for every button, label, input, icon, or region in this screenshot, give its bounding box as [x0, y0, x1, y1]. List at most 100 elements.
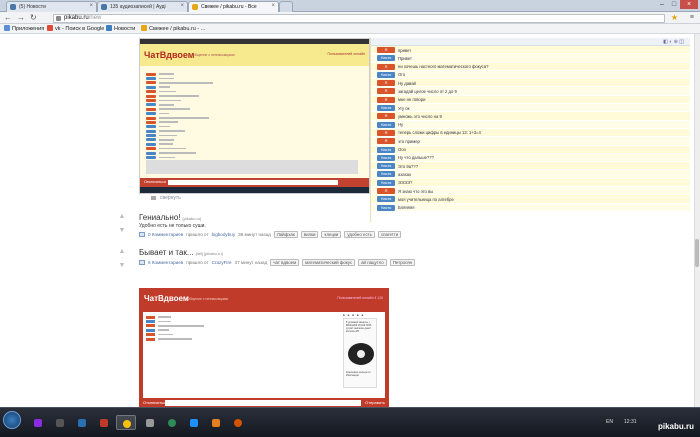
tray-clock[interactable]: 12:31 — [624, 419, 637, 425]
chat-controls-icons: ◧ ◐ ⊕ ◫ — [663, 39, 684, 45]
mini-line — [159, 139, 174, 141]
back-icon[interactable]: ← — [4, 13, 12, 23]
mini-line — [159, 147, 186, 150]
chat-logo: ЧатВдвоем — [144, 50, 195, 60]
ad-text: 5 уровней защиты | ВАЖНАЯ И КАК ЯЛА сухо… — [346, 321, 372, 333]
s2-input — [165, 400, 361, 406]
post-title[interactable]: Гениально! [pikabu.ru] — [139, 213, 201, 222]
vote-score: · — [121, 220, 123, 226]
url-input[interactable]: pikabu.ru/new — [53, 14, 665, 23]
scroll-thumb[interactable] — [695, 239, 699, 267]
chat-message-text: Ну что дальше??? — [398, 155, 434, 161]
post-title[interactable]: Бывает и так... [tail] [pikabu.ru] — [139, 248, 223, 257]
post-meta: 0 Комментариев пришло от bigbodybuy 38 м… — [139, 231, 402, 238]
post-image-chat-screenshot[interactable]: ЧатВдвоем Общение с незнакомцами Пользов… — [139, 38, 370, 194]
chat-sender-badge: Я — [377, 88, 395, 95]
chat-message: Яэто пример — [371, 137, 690, 146]
comments-icon[interactable] — [139, 232, 145, 237]
vote-up-icon[interactable]: ▲ — [117, 213, 127, 220]
mini-badge — [146, 98, 156, 102]
taskbar-app-8[interactable] — [184, 415, 204, 430]
post-image-chat-screenshot-2[interactable]: ЧатВдвоем Общение с незнакомцами Пользов… — [139, 288, 389, 412]
scrollbar[interactable] — [694, 34, 700, 407]
taskbar-app-10[interactable] — [228, 415, 248, 430]
vote-down-icon[interactable]: ▼ — [117, 262, 127, 269]
taskbar-app-1[interactable] — [28, 415, 48, 430]
new-tab-button[interactable] — [279, 1, 293, 12]
post-tag[interactable]: вилки — [300, 231, 319, 238]
mini-badge — [146, 90, 156, 94]
post-comments-link[interactable]: 6 Комментариев — [148, 260, 183, 265]
post-comments-link[interactable]: 0 Комментариев — [148, 232, 183, 237]
mini-line — [159, 108, 191, 110]
tab-label: (5) Новости — [19, 4, 46, 10]
close-icon[interactable]: × — [180, 3, 184, 9]
start-button[interactable] — [3, 411, 21, 429]
chat-message: Настя Это 9а??? — [371, 162, 690, 171]
minimize-icon[interactable]: – — [656, 0, 668, 9]
url-path: /new — [88, 15, 102, 21]
tab-vk-news[interactable]: (5) Новости × — [6, 1, 97, 12]
chat-sender-badge: Настя — [377, 154, 395, 161]
close-icon[interactable]: × — [271, 3, 275, 9]
chat-sender-badge: Я — [377, 80, 395, 87]
bookmark-pikabu[interactable]: Свежее / pikabu.ru - ... — [141, 24, 205, 34]
post-author[interactable]: bigbodybuy — [212, 232, 236, 237]
post-author[interactable]: CrazyFire — [212, 260, 232, 265]
tab-pikabu[interactable]: Свежее / pikabu.ru - Все × — [188, 1, 279, 12]
chat-log-image: ◧ ◐ ⊕ ◫ Япривет Настя Привет Яни хочешь нас… — [370, 38, 690, 222]
chat-message: Яни хочешь настного математического фоку… — [371, 62, 690, 71]
taskbar-app-3[interactable] — [72, 415, 92, 430]
chat-sender-badge: Настя — [377, 204, 395, 211]
forward-icon[interactable]: → — [17, 13, 25, 23]
chat-message-text: загадай целое число от 2 до 9 — [398, 88, 457, 94]
google-icon — [47, 25, 53, 31]
post-tag[interactable]: удобно есть — [344, 231, 375, 238]
tab-vk-audio[interactable]: 135 аудиозаписей | Ауді × — [97, 1, 188, 12]
collapse-link[interactable]: свернуть — [151, 195, 181, 201]
post-tag[interactable]: спагетти — [377, 231, 402, 238]
post-domain: [tail] [pikabu.ru] — [195, 251, 223, 256]
close-icon[interactable]: × — [89, 3, 93, 9]
post-tag[interactable]: чат вдвоем — [270, 259, 300, 266]
chat-message-text: Бляяяяя — [398, 205, 415, 211]
s2-badge — [146, 333, 155, 337]
comments-icon[interactable] — [139, 260, 145, 265]
reload-icon[interactable]: ↻ — [30, 13, 37, 23]
taskbar-app-2[interactable] — [50, 415, 70, 430]
tire-image — [348, 343, 374, 365]
post-tag[interactable]: математический фокус — [302, 259, 356, 266]
page-icon — [56, 16, 61, 21]
chat-online-label: Пользователей онлайн — [327, 52, 365, 56]
taskbar-chrome[interactable] — [116, 415, 136, 430]
chat-message-text: ЭЭЭЭ? — [398, 180, 413, 186]
post-time: 37 минут назад — [234, 260, 268, 265]
taskbar-app-4[interactable] — [94, 415, 114, 430]
taskbar-app-7[interactable] — [162, 415, 182, 430]
vote-down-icon[interactable]: ▼ — [117, 227, 127, 234]
chat-message-text: Ого — [398, 72, 406, 78]
tray-language[interactable]: EN — [606, 419, 613, 425]
menu-icon[interactable]: ≡ — [690, 14, 694, 21]
maximize-icon[interactable]: □ — [668, 0, 680, 9]
bookmark-news[interactable]: Новости — [106, 24, 135, 34]
chat-message: Настя ЭЭЭЭ? — [371, 178, 690, 188]
bookmark-star-icon[interactable]: ★ — [671, 13, 678, 22]
bookmark-vk-search[interactable]: vk - Поиск в Google — [47, 24, 104, 34]
tab-label: 135 аудиозаписей | Ауді — [110, 4, 166, 10]
chat-message-text: теперь сложи цифры в единицы 13: 1+3=4 — [398, 130, 481, 136]
window-close-icon[interactable]: × — [680, 0, 698, 9]
vote-up-icon[interactable]: ▲ — [117, 248, 127, 255]
post-tag[interactable]: клецки — [321, 231, 342, 238]
url-domain: pikabu.ru — [64, 15, 89, 21]
s2-disconnect: Отключиться — [143, 400, 168, 405]
taskbar-app-9[interactable] — [206, 415, 226, 430]
chat-log-header: ◧ ◐ ⊕ ◫ — [371, 38, 690, 46]
post-tag[interactable]: Лайфхак — [273, 231, 298, 238]
chat-message-text: Ну — [398, 122, 404, 128]
taskbar-app-6[interactable] — [140, 415, 160, 430]
mini-line — [159, 121, 178, 124]
bookmark-apps[interactable]: Приложения — [4, 24, 44, 34]
post-tag[interactable]: ай пацутло — [358, 259, 387, 266]
post-tag[interactable]: Петросян — [389, 259, 416, 266]
